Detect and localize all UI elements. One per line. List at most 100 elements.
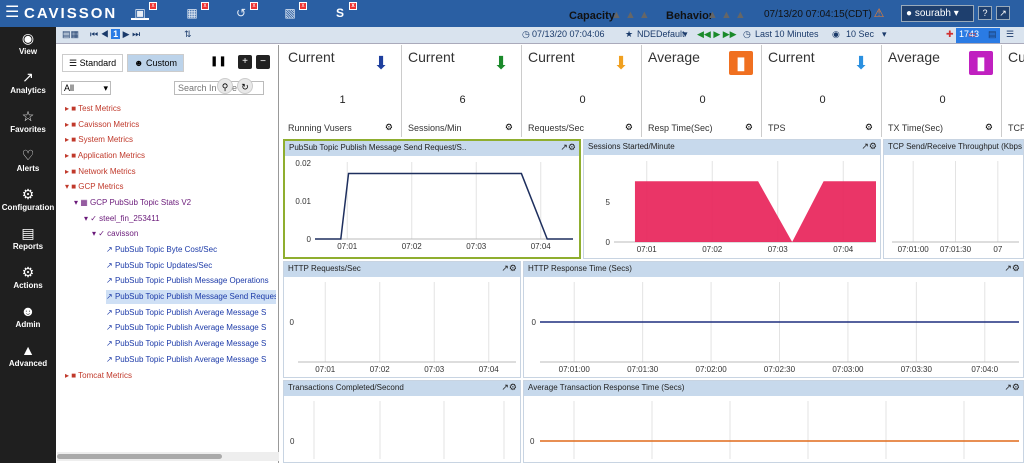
pin-icon[interactable]: ✚ bbox=[946, 29, 954, 41]
favorite-caret-icon[interactable]: ▾ bbox=[683, 29, 688, 41]
gear-icon[interactable]: ⚙ bbox=[625, 122, 633, 133]
collapse-all-icon[interactable]: − bbox=[256, 55, 270, 69]
x-tick-label: 07:01 bbox=[637, 245, 658, 254]
tree-item-system-metrics[interactable]: ▸ ■ System Metrics bbox=[65, 133, 133, 147]
playback-controls[interactable]: ⏮ ◀ 1 ▶ ⏭ bbox=[90, 29, 140, 41]
tree-item-steel-fin[interactable]: ▾ ✓ steel_fin_253411 bbox=[84, 212, 160, 226]
tree-leaf-metric[interactable]: ↗ PubSub Topic Publish Average Message S bbox=[106, 353, 276, 367]
tree-leaf-metric[interactable]: ↗ PubSub Topic Publish Average Message S bbox=[106, 306, 276, 320]
hamburger-menu-icon[interactable]: ☰ bbox=[5, 5, 19, 21]
sort-icon[interactable]: ⇅ bbox=[184, 29, 192, 41]
kpi-card[interactable]: Current ⬇ 6 Sessions/Min ⚙ bbox=[403, 45, 522, 137]
tree-item-tomcat-metrics[interactable]: ▸ ■ Tomcat Metrics bbox=[65, 369, 132, 383]
gear-icon[interactable]: ⚙ bbox=[865, 122, 873, 133]
tree-leaf-metric[interactable]: ↗ PubSub Topic Updates/Sec bbox=[106, 259, 212, 273]
tree-item-test-metrics[interactable]: ▸ ■ Test Metrics bbox=[65, 102, 121, 116]
nav-reports[interactable]: ▤ Reports bbox=[0, 222, 56, 260]
behavior-bell-icon[interactable]: ▲ ▲ ▲ bbox=[707, 9, 746, 21]
tab-custom[interactable]: ☻ Custom bbox=[127, 54, 184, 72]
tree-horizontal-scrollbar[interactable] bbox=[57, 452, 279, 461]
close-badge-icon[interactable]: x bbox=[349, 2, 357, 10]
tree-leaf-metric-selected[interactable]: ↗ PubSub Topic Publish Message Send Requ… bbox=[106, 290, 276, 304]
expand-icon[interactable]: ↗ bbox=[996, 6, 1010, 20]
chart-panel-http-response-time[interactable]: HTTP Response Time (Secs) ↗⚙ 07:01:00 07:… bbox=[523, 261, 1024, 378]
nav-advanced[interactable]: ▲ Advanced bbox=[0, 339, 56, 377]
tree-item-cavisson[interactable]: ▾ ✓ cavisson bbox=[92, 227, 138, 241]
nav-view[interactable]: ◉ View bbox=[0, 27, 56, 65]
tree-leaf-metric[interactable]: ↗ PubSub Topic Publish Average Message S bbox=[106, 337, 276, 351]
gear-icon[interactable]: ⚙ bbox=[505, 122, 513, 133]
expand-all-icon[interactable]: + bbox=[238, 55, 252, 69]
chart-panel-sessions[interactable]: Sessions Started/Minute ↗⚙ 07:01 07:02 07:… bbox=[583, 139, 881, 259]
gear-icon[interactable]: ⚙ bbox=[385, 122, 393, 133]
s-logo-icon[interactable]: Sx bbox=[331, 2, 357, 20]
favorite-dropdown[interactable]: NDEDefault bbox=[637, 29, 685, 41]
y-tick-label: 0 bbox=[532, 318, 537, 327]
tree-item-gcp-pubsub[interactable]: ▾ ▦ GCP PubSub Topic Stats V2 bbox=[74, 196, 191, 210]
chart-panel-tcp[interactable]: TCP Send/Receive Throughput (Kbps 07:01:… bbox=[883, 139, 1024, 259]
nav-analytics[interactable]: ↗ Analytics bbox=[0, 66, 56, 104]
monitor-icon[interactable]: ▣ x bbox=[131, 2, 157, 20]
chart-panel-pubsub[interactable]: PubSub Topic Publish Message Send Reques… bbox=[283, 139, 581, 259]
gear-icon[interactable]: ⚙ bbox=[985, 122, 993, 133]
interval-caret-icon[interactable]: ▾ bbox=[882, 29, 887, 41]
layout-icon[interactable]: ▤ bbox=[988, 29, 997, 41]
nav-configuration[interactable]: ⚙ Configuration bbox=[0, 183, 56, 221]
panel-expand-gear-icon[interactable]: ↗⚙ bbox=[861, 141, 877, 152]
screen-icon[interactable]: ▭ bbox=[968, 29, 977, 41]
close-badge-icon[interactable]: x bbox=[149, 2, 157, 10]
nav-admin[interactable]: ☻ Admin bbox=[0, 300, 56, 338]
pause-icon[interactable]: ❚❚ bbox=[210, 55, 227, 69]
nav-actions[interactable]: ⚙ Actions bbox=[0, 261, 56, 299]
tree-leaf-metric[interactable]: ↗ PubSub Topic Publish Average Message S bbox=[106, 321, 276, 335]
nav-favorites[interactable]: ☆ Favorites bbox=[0, 105, 56, 143]
favorite-star-icon[interactable]: ★ bbox=[625, 29, 633, 41]
tree-leaf-metric[interactable]: ↗ PubSub Topic Publish Message Operation… bbox=[106, 274, 276, 288]
panel-expand-gear-icon[interactable]: ↗⚙ bbox=[560, 142, 576, 153]
list-icon[interactable]: ☰ bbox=[1006, 29, 1014, 41]
tree-item-cavisson-metrics[interactable]: ▸ ■ Cavisson Metrics bbox=[65, 118, 139, 132]
kpi-card[interactable]: Current ⬇ 1 Running Vusers ⚙ bbox=[283, 45, 402, 137]
tree-item-application-metrics[interactable]: ▸ ■ Application Metrics bbox=[65, 149, 145, 163]
panel-expand-gear-icon[interactable]: ↗⚙ bbox=[1004, 382, 1020, 393]
panel-expand-gear-icon[interactable]: ↗⚙ bbox=[501, 263, 517, 274]
dashboard-icon[interactable]: ▦ x bbox=[183, 2, 209, 20]
panel-expand-gear-icon[interactable]: ↗⚙ bbox=[501, 382, 517, 393]
scrollbar-thumb[interactable] bbox=[57, 454, 222, 459]
tree-item-gcp-metrics[interactable]: ▾ ■ GCP Metrics bbox=[65, 180, 124, 194]
tree-leaf-metric[interactable]: ↗ PubSub Topic Byte Cost/Sec bbox=[106, 243, 217, 257]
refresh-icon[interactable]: ↻ bbox=[237, 78, 253, 94]
filter-select[interactable]: All ▾ bbox=[61, 81, 111, 95]
kpi-card[interactable]: Average ▮ 0 TX Time(Sec) ⚙ bbox=[883, 45, 1002, 137]
capacity-bell-icon[interactable]: ▲ ▲ ▲ bbox=[611, 9, 650, 21]
panel-title: HTTP Requests/Sec bbox=[284, 262, 520, 277]
search-icon[interactable]: ⚲ bbox=[217, 78, 233, 94]
gear-icon[interactable]: ⚙ bbox=[745, 122, 753, 133]
x-tick-label: 07:02:30 bbox=[764, 365, 796, 374]
help-icon[interactable]: ? bbox=[978, 6, 992, 20]
kpi-card[interactable]: Current ⬇ 0 TPS ⚙ bbox=[763, 45, 882, 137]
history-icon[interactable]: ↺ x bbox=[232, 2, 258, 20]
refresh-interval-dropdown[interactable]: 10 Sec bbox=[846, 29, 874, 41]
kpi-card[interactable]: Cu TCP bbox=[1003, 45, 1024, 137]
chart-panel-transactions[interactable]: Transactions Completed/Second ↗⚙ 0 bbox=[283, 380, 521, 463]
close-badge-icon[interactable]: x bbox=[299, 2, 307, 10]
report-icon[interactable]: ▧ x bbox=[281, 2, 307, 20]
time-range-selector[interactable]: Last 10 Minutes bbox=[755, 29, 819, 41]
chart-panel-avg-transaction-response[interactable]: Average Transaction Response Time (Secs)… bbox=[523, 380, 1024, 463]
close-badge-icon[interactable]: x bbox=[201, 2, 209, 10]
notification-icon[interactable]: ⚠ bbox=[870, 6, 888, 20]
tab-standard[interactable]: ☰ Standard bbox=[62, 54, 124, 72]
tree-item-network-metrics[interactable]: ▸ ■ Network Metrics bbox=[65, 165, 136, 179]
chart-layout-icon[interactable]: ▤▦ bbox=[62, 29, 79, 41]
down-arrow-icon: ⬇ bbox=[853, 53, 869, 73]
nav-alerts[interactable]: ♡ Alerts bbox=[0, 144, 56, 182]
close-badge-icon[interactable]: x bbox=[250, 2, 258, 10]
kpi-card[interactable]: Current ⬇ 0 Requests/Sec ⚙ bbox=[523, 45, 642, 137]
user-menu[interactable]: ● sourabh ▾ bbox=[901, 5, 974, 22]
chart-panel-http-requests[interactable]: HTTP Requests/Sec ↗⚙ 07:01 07:02 07:03 07:0… bbox=[283, 261, 521, 378]
kpi-card[interactable]: Average ▮ 0 Resp Time(Sec) ⚙ bbox=[643, 45, 762, 137]
play-controls-icon[interactable]: ◀◀ ▶ ▶▶ bbox=[697, 29, 737, 41]
panel-expand-gear-icon[interactable]: ↗⚙ bbox=[1004, 263, 1020, 274]
panel-title: Transactions Completed/Second bbox=[284, 381, 520, 396]
